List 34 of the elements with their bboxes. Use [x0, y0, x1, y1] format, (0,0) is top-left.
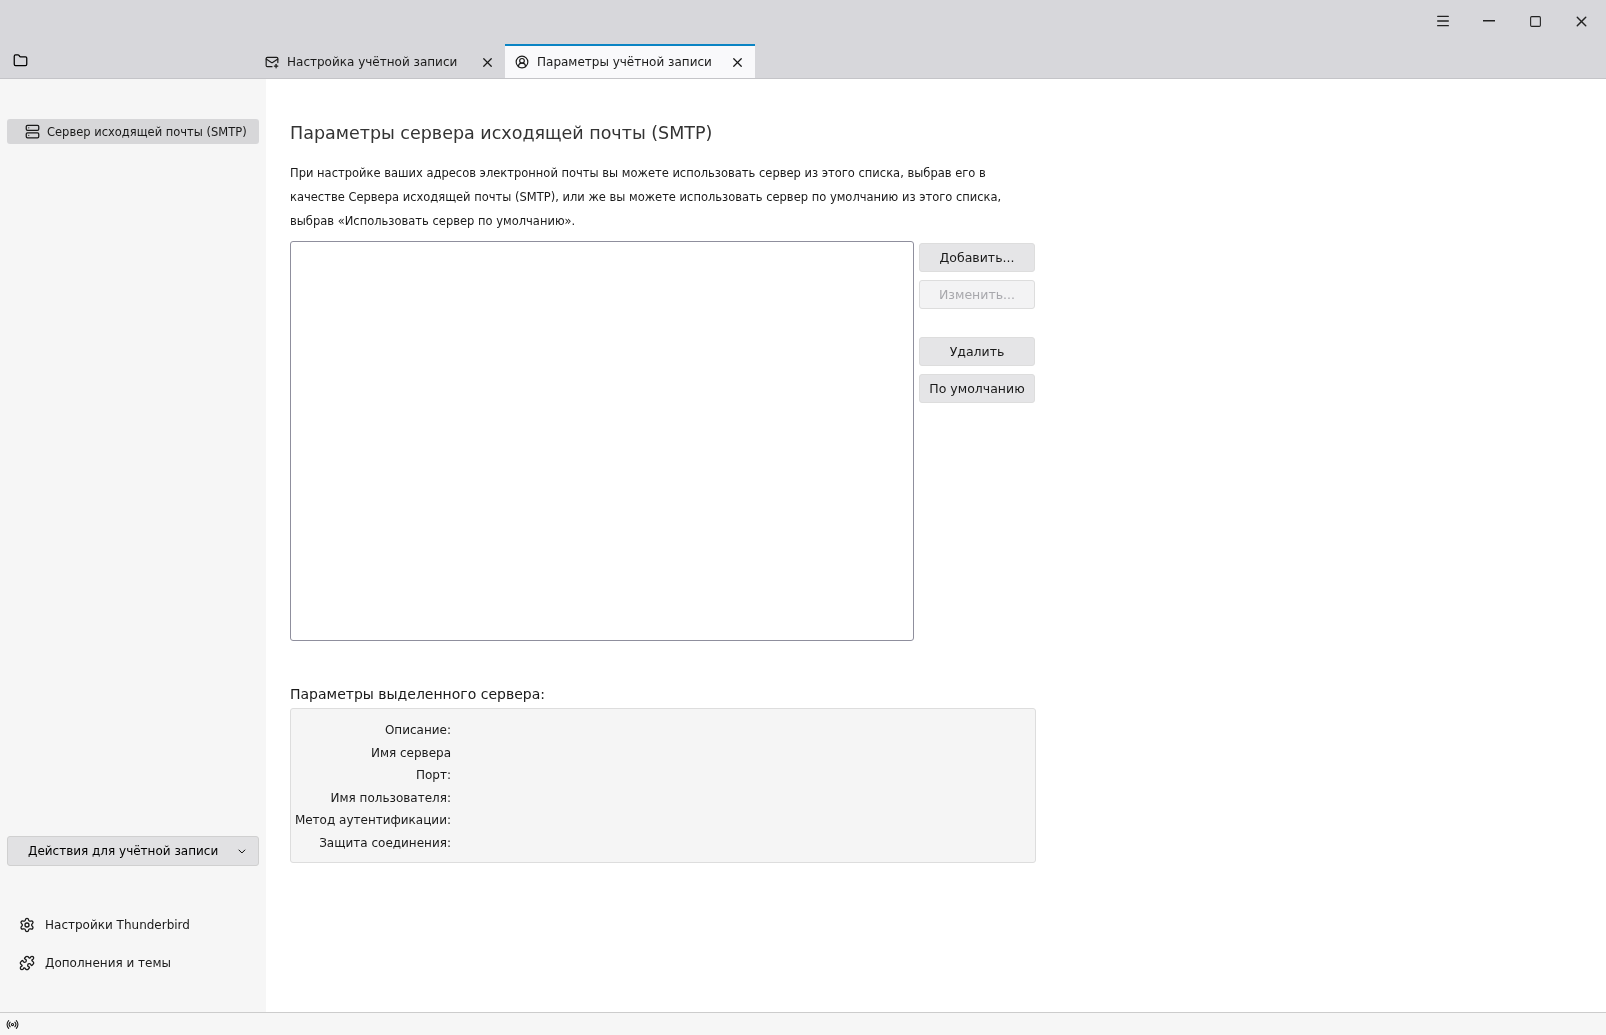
list-button[interactable]: По умолчанию — [919, 374, 1035, 403]
minimize-icon — [1483, 20, 1495, 22]
detail-label: Порт: — [415, 767, 451, 784]
footer-link-label: Настройки Thunderbird — [45, 918, 190, 932]
description-text: При настройке ваших адресов электронной почты вы можете использовать сервер из этого списка, выбрав его в качестве Сервера исходящей почты (SMTP), или же вы можете использовать сервер по умолчанию из этого списка, выбрав «Использовать сервер по умолчанию». — [290, 165, 1003, 230]
details-heading: Параметры выделенного сервера: — [290, 686, 546, 702]
sidebar-item-label: Сервер исходящей почты (SMTP) — [47, 124, 247, 139]
folder-icon — [12, 52, 28, 68]
list-button[interactable]: Добавить... — [919, 243, 1035, 272]
detail-label: Имя сервера — [369, 744, 451, 762]
account-actions-button[interactable]: Действия для учётной записи — [7, 836, 259, 866]
footer-link[interactable]: Настройки Thunderbird — [7, 906, 259, 944]
detail-label: Метод аутентификации: — [293, 812, 451, 829]
detail-label: Имя пользователя: — [329, 789, 451, 807]
detail-label: Описание: — [383, 722, 451, 739]
menu-icon — [1435, 13, 1451, 29]
footer-link[interactable]: Дополнения и темы — [7, 944, 259, 982]
server-icon — [25, 124, 40, 139]
puzzle-icon — [19, 955, 35, 971]
tab-label: Настройка учётной записи — [287, 55, 459, 69]
list-button[interactable]: Удалить — [919, 337, 1035, 366]
activity-icon — [6, 1017, 19, 1031]
tab[interactable]: Параметры учётной записи — [505, 44, 755, 78]
maximize-icon — [1528, 14, 1542, 28]
account-icon — [515, 55, 529, 69]
account-actions-label: Действия для учётной записи — [28, 844, 219, 858]
tab[interactable]: Настройка учётной записи — [255, 44, 505, 78]
tab-label: Параметры учётной записи — [537, 55, 713, 69]
settings-icon — [19, 917, 35, 933]
sidebar-item[interactable]: Сервер исходящей почты (SMTP) — [7, 119, 259, 144]
envelope-icon — [265, 55, 279, 69]
footer-link-label: Дополнения и темы — [45, 956, 171, 970]
detail-label: Защита соединения: — [318, 834, 451, 852]
page-title: Параметры сервера исходящей почты (SMTP) — [290, 123, 714, 143]
